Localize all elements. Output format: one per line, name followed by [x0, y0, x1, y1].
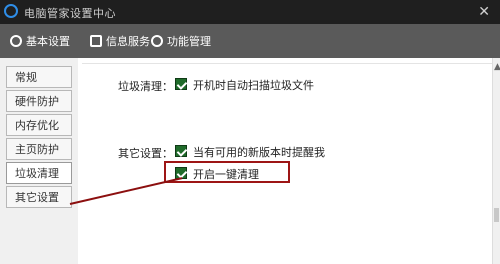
close-icon[interactable]: ✕ — [478, 4, 490, 20]
window-title: 电脑管家设置中心 — [24, 7, 116, 20]
update-reminder-option-label: 当有可用的新版本时提醒我 — [193, 146, 325, 159]
content-scrollbar[interactable]: ▲ — [492, 58, 500, 264]
sidebar-item-homepage-protection[interactable]: 主页防护 — [6, 138, 72, 160]
sidebar-item-label: 垃圾清理 — [15, 167, 59, 180]
title-bar: 电脑管家设置中心 ✕ — [0, 0, 500, 24]
tab-label: 基本设置 — [26, 35, 70, 48]
tab-info-service[interactable]: 信息服务 — [90, 33, 150, 49]
sidebar-item-label: 硬件防护 — [15, 95, 59, 108]
sidebar-item-memory-optimization[interactable]: 内存优化 — [6, 114, 72, 136]
auto-scan-checkbox[interactable] — [175, 78, 187, 90]
auto-scan-option-label: 开机时自动扫描垃圾文件 — [193, 79, 314, 92]
window-controls: ✕ — [472, 4, 490, 20]
gear-icon — [10, 35, 22, 47]
content-divider — [82, 63, 500, 64]
info-icon — [90, 35, 102, 47]
app-logo-icon — [4, 4, 18, 18]
sidebar-item-general[interactable]: 常规 — [6, 66, 72, 88]
update-reminder-checkbox[interactable] — [175, 145, 187, 157]
sidebar-item-other-settings[interactable]: 其它设置 — [6, 186, 72, 208]
tab-basic-settings[interactable]: 基本设置 — [10, 33, 70, 49]
sidebar-item-label: 其它设置 — [15, 191, 59, 204]
tab-label: 信息服务 — [106, 35, 150, 48]
sidebar-item-junk-cleanup[interactable]: 垃圾清理 — [6, 162, 72, 184]
settings-sidebar: 常规 硬件防护 内存优化 主页防护 垃圾清理 其它设置 — [0, 58, 78, 264]
other-settings-label: 其它设置： — [118, 147, 173, 160]
top-tab-bar: 基本设置 信息服务 功能管理 — [0, 24, 500, 58]
sidebar-item-label: 常规 — [15, 71, 37, 84]
highlight-box — [164, 161, 290, 183]
tab-label: 功能管理 — [167, 35, 211, 48]
scroll-thumb[interactable] — [494, 208, 499, 222]
sidebar-item-hardware-protection[interactable]: 硬件防护 — [6, 90, 72, 112]
sidebar-item-label: 主页防护 — [15, 143, 59, 156]
tab-function-management[interactable]: 功能管理 — [151, 33, 211, 49]
scroll-up-icon[interactable]: ▲ — [494, 62, 500, 72]
junk-cleanup-label: 垃圾清理： — [118, 80, 173, 93]
sidebar-item-label: 内存优化 — [15, 119, 59, 132]
function-icon — [151, 35, 163, 47]
